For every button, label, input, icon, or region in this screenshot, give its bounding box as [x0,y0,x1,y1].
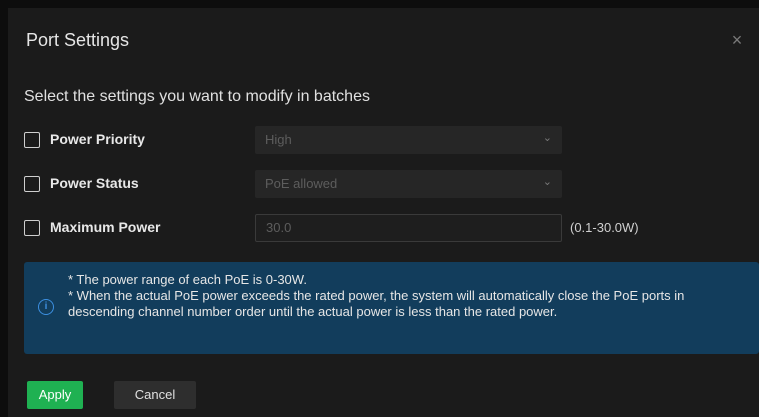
power-status-select[interactable]: PoE allowed ⌄ [255,170,562,198]
power-status-value: PoE allowed [265,176,338,191]
power-priority-checkbox[interactable] [24,132,40,148]
power-priority-value: High [265,132,292,147]
power-status-checkbox[interactable] [24,176,40,192]
section-title: Select the settings you want to modify i… [24,88,370,105]
cancel-button[interactable]: Cancel [114,381,196,409]
power-priority-label: Power Priority [50,131,145,147]
apply-button[interactable]: Apply [27,381,83,409]
chevron-down-icon: ⌄ [542,132,552,144]
power-status-row: Power Status PoE allowed ⌄ [24,170,744,198]
maximum-power-label: Maximum Power [50,219,161,235]
info-line-1: * The power range of each PoE is 0-30W. [68,272,307,287]
maximum-power-checkbox[interactable] [24,220,40,236]
dialog-title: Port Settings [26,30,130,50]
info-line-2: * When the actual PoE power exceeds the … [68,288,685,319]
power-priority-select[interactable]: High ⌄ [255,126,562,154]
power-priority-row: Power Priority High ⌄ [24,126,744,154]
maximum-power-range: (0.1-30.0W) [570,220,639,235]
info-notice: i * The power range of each PoE is 0-30W… [24,262,759,354]
info-text: * The power range of each PoE is 0-30W. … [68,272,748,320]
maximum-power-input[interactable]: 30.0 [255,214,562,242]
dialog-header: Port Settings × [8,8,759,72]
chevron-down-icon: ⌄ [542,176,552,188]
maximum-power-row: Maximum Power 30.0 (0.1-30.0W) [24,214,744,242]
power-status-label: Power Status [50,175,139,191]
port-settings-dialog: Port Settings × Select the settings you … [8,8,759,417]
info-icon: i [38,299,54,315]
close-icon[interactable]: × [727,30,747,50]
